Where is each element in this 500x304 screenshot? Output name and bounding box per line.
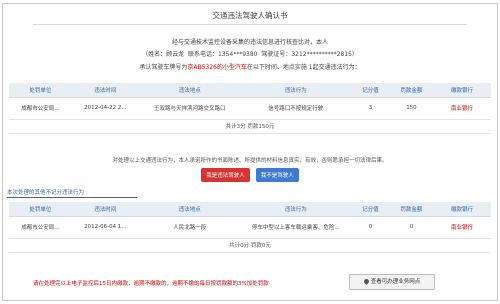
col-behavior: 违法行为 — [240, 83, 352, 98]
col-bank: 缴款银行 — [433, 202, 491, 217]
cell-behavior: 信号路口不按规定行驶 — [240, 97, 352, 120]
title-divider — [33, 24, 467, 25]
col-time: 违法时间 — [71, 202, 140, 217]
declaration-prefix: （姓名： — [142, 51, 167, 58]
plate-prefix: 承认驾驶车牌号为 — [139, 64, 188, 71]
not-driver-button[interactable]: 我不是驾驶人 — [255, 168, 299, 182]
cell-bank[interactable]: 南业银行 — [433, 216, 491, 239]
location-pin-icon — [362, 277, 370, 286]
view-outlets-button[interactable]: 查看可办理业务网点 — [349, 274, 435, 290]
col-location: 违法地点 — [139, 202, 241, 217]
cell-unit: 成都市公安局... — [9, 97, 72, 120]
confirm-driver-button[interactable]: 我是违法驾驶人 — [201, 168, 250, 182]
col-points: 记分值 — [351, 202, 390, 217]
table-summary-row: 共计0分 罚款0元 — [9, 238, 491, 253]
summary-text: 共计3分 罚款150元 — [9, 119, 491, 134]
summary-text: 共计0分 罚款0元 — [9, 238, 491, 253]
phone-label: 联系电话： — [187, 51, 218, 58]
scored-violations-table: 处罚单位 违法时间 违法地点 违法行为 记分值 罚款金额 缴款银行 成都市公安局… — [9, 83, 491, 134]
col-location: 违法地点 — [139, 83, 241, 98]
cell-points: 0 — [351, 216, 390, 239]
vehicle-plate: 京AB5326的小型汽车 — [187, 64, 247, 71]
section-label-other-violations[interactable]: 本次处理的其他不记分违法行为 — [7, 188, 84, 196]
driver-license: 3212**********2815 — [291, 51, 352, 58]
table-row[interactable]: 成都市公安局... 2012-06-04 1... 人民北路一段 停车中型以上客… — [9, 216, 491, 239]
commitment-notice: 对处理以上交通违法行为，本人承诺所作的书面陈述、所提供的材料信息真实、有效，否则… — [112, 158, 388, 164]
cell-time: 2012-06-04 1... — [71, 216, 140, 239]
plate-suffix: 在以下时间、地点实施 1起交通违法行为： — [246, 64, 361, 71]
cell-fine: 0 — [389, 216, 434, 239]
table-summary-row: 共计3分 罚款150元 — [9, 119, 491, 134]
payment-deadline-notice: 请在处理完以上电子监控后15日内缴款，逾期不缴款的，逾期不缴的每日按罚款额的3%… — [33, 281, 269, 287]
cell-fine: 150 — [389, 97, 434, 120]
unscored-violations-table: 处罚单位 违法时间 违法地点 违法行为 记分值 罚款金额 缴款银行 成都市公安局… — [9, 202, 491, 253]
table-row[interactable]: 成都市公安局... 2012-04-22 2... 王双路与天祥滨河路交叉路口 … — [9, 97, 491, 120]
col-points: 记分值 — [351, 83, 390, 98]
driver-phone: 1354***9380 — [217, 51, 258, 58]
col-unit: 处罚单位 — [9, 83, 72, 98]
col-time: 违法时间 — [71, 83, 140, 98]
cell-location: 王双路与天祥滨河路交叉路口 — [139, 97, 241, 120]
col-fine: 罚款金额 — [389, 83, 434, 98]
license-label: 驾驶证号： — [261, 51, 292, 58]
confirmation-panel: 交通违法驾驶人确认书 经与交通技术监控设备采集的违法信息进行核查比对，本人 （姓… — [2, 3, 498, 301]
cell-time: 2012-04-22 2... — [71, 97, 140, 120]
view-outlets-label: 查看可办理业务网点 — [370, 279, 421, 285]
col-behavior: 违法行为 — [240, 202, 352, 217]
table-header-row: 处罚单位 违法时间 违法地点 违法行为 记分值 罚款金额 缴款银行 — [9, 83, 491, 98]
page-title: 交通违法驾驶人确认书 — [212, 11, 288, 20]
action-buttons: 我是违法驾驶人 我不是驾驶人 — [3, 168, 497, 182]
declaration-line-2: （姓名：顾云龙 联系电话：1354***9380 驾驶证号：3212******… — [3, 49, 497, 58]
section-underline — [7, 197, 137, 198]
cell-behavior: 停车中型以上客车载运乘客、危险... — [240, 216, 352, 239]
cell-unit: 成都市公安局... — [9, 216, 72, 239]
table-header-row: 处罚单位 违法时间 违法地点 违法行为 记分值 罚款金额 缴款银行 — [9, 202, 491, 217]
cell-points: 3 — [351, 97, 390, 120]
col-unit: 处罚单位 — [9, 202, 72, 217]
declaration-line-3: 承认驾驶车牌号为京AB5326的小型汽车在以下时间、地点实施 1起交通违法行为： — [3, 62, 497, 71]
col-fine: 罚款金额 — [389, 202, 434, 217]
cell-location: 人民北路一段 — [139, 216, 241, 239]
declaration-line-1: 经与交通技术监控设备采集的违法信息进行核查比对，本人 — [171, 39, 328, 46]
driver-name: 顾云龙 — [166, 51, 185, 58]
col-bank: 缴款银行 — [433, 83, 491, 98]
cell-bank[interactable]: 南业银行 — [433, 97, 491, 120]
declaration-suffix: ） — [351, 51, 358, 58]
